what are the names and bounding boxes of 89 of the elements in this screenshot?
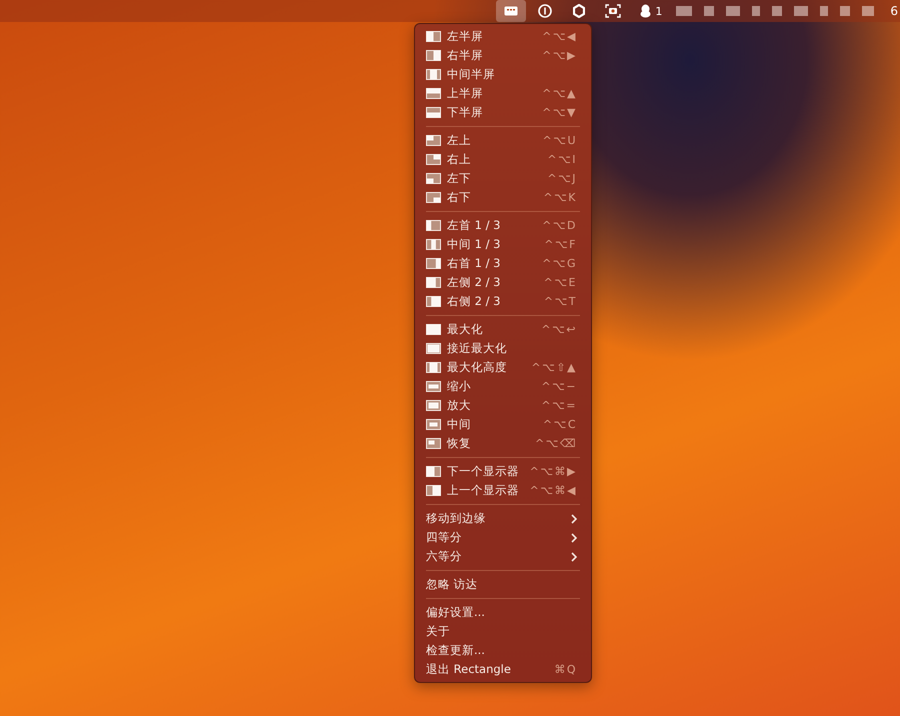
menu-item[interactable]: 左首 1 / 3	[447, 218, 542, 233]
window-layout-icon	[426, 324, 441, 335]
menu-item[interactable]: 右上	[447, 152, 548, 167]
window-layout-icon	[426, 343, 441, 354]
pixelated-icon[interactable]	[772, 6, 782, 16]
window-layout-icon	[426, 31, 441, 42]
window-layout-icon	[426, 88, 441, 99]
menu-item[interactable]: 上半屏	[447, 86, 542, 101]
submenu-item[interactable]: 移动到边缘	[426, 511, 571, 526]
keyboard-shortcut: ^⌥↩	[541, 323, 577, 336]
menu-item[interactable]: 检查更新...	[426, 643, 577, 658]
menu-item[interactable]: 左上	[447, 133, 543, 148]
keyboard-shortcut: ^⌥⌘◀	[530, 484, 577, 497]
window-layout-icon	[426, 154, 441, 165]
window-layout-icon	[426, 50, 441, 61]
keyboard-shortcut: ^⌥−	[541, 380, 577, 393]
penguin-icon[interactable]	[640, 4, 652, 18]
window-layout-icon	[426, 258, 441, 269]
pixelated-icon[interactable]	[840, 6, 850, 16]
menu-item[interactable]: 右半屏	[447, 48, 542, 63]
keyboard-shortcut: ^⌥⌘▶	[530, 465, 577, 478]
menu-item[interactable]: 忽略 访达	[426, 577, 577, 592]
window-layout-icon	[426, 69, 441, 80]
window-layout-icon	[426, 381, 441, 392]
keyboard-shortcut: ^⌥G	[542, 257, 577, 270]
menu-item[interactable]: 恢复	[447, 436, 536, 451]
menu-item[interactable]: 左下	[447, 171, 548, 186]
window-layout-icon	[426, 107, 441, 118]
keyboard-shortcut: ⌘Q	[554, 663, 577, 676]
menu-item[interactable]: 右侧 2 / 3	[447, 294, 544, 309]
window-grid-icon[interactable]	[496, 0, 526, 22]
pixelated-icon[interactable]	[820, 6, 828, 16]
menu-item[interactable]: 左半屏	[447, 29, 542, 44]
menu-item[interactable]: 下半屏	[447, 105, 542, 120]
pixelated-icon[interactable]	[862, 6, 874, 16]
keyboard-shortcut: ^⌥D	[542, 219, 577, 232]
submenu-item[interactable]: 四等分	[426, 530, 571, 545]
keyboard-shortcut: ^⌥I	[547, 153, 577, 166]
window-layout-icon	[426, 220, 441, 231]
keyboard-shortcut: ^⌥◀	[542, 30, 577, 43]
window-layout-icon	[426, 466, 441, 477]
menu-item[interactable]: 缩小	[447, 379, 542, 394]
notification-count: 1	[655, 4, 662, 18]
keyboard-shortcut: ^⌥J	[547, 172, 577, 185]
keyboard-shortcut: ^⌥▶	[542, 49, 577, 62]
pixelated-icon[interactable]	[676, 6, 692, 16]
keyboard-shortcut: ^⌥▲	[542, 87, 577, 100]
window-layout-icon	[426, 485, 441, 496]
window-layout-icon	[426, 277, 441, 288]
menu-item[interactable]: 最大化	[447, 322, 542, 337]
menu-item[interactable]: 左侧 2 / 3	[447, 275, 544, 290]
keyboard-shortcut: ^⌥K	[543, 191, 577, 204]
submenu-item[interactable]: 六等分	[426, 549, 571, 564]
menu-item[interactable]: 关于	[426, 624, 577, 639]
menu-item[interactable]: 接近最大化	[447, 341, 577, 356]
keyboard-shortcut: ^⌥▼	[542, 106, 577, 119]
window-layout-icon	[426, 192, 441, 203]
menu-item[interactable]: 右首 1 / 3	[447, 256, 542, 271]
menu-item[interactable]: 中间半屏	[447, 67, 577, 82]
keyboard-shortcut: ^⌥F	[544, 238, 577, 251]
window-layout-icon	[426, 400, 441, 411]
menu-item[interactable]: 右下	[447, 190, 544, 205]
keyboard-shortcut: ^⌥T	[544, 295, 577, 308]
window-layout-icon	[426, 419, 441, 430]
window-layout-icon	[426, 296, 441, 307]
menu-item[interactable]: 中间 1 / 3	[447, 237, 544, 252]
keyboard-shortcut: ^⌥C	[542, 418, 577, 431]
menu-item[interactable]: 退出 Rectangle	[426, 662, 554, 677]
keyboard-shortcut: ^⌥U	[542, 134, 577, 147]
keyboard-shortcut: ^⌥⇧▲	[531, 361, 577, 374]
window-layout-icon	[426, 173, 441, 184]
menu-item[interactable]: 偏好设置...	[426, 605, 577, 620]
menu-item[interactable]: 放大	[447, 398, 542, 413]
pixelated-icon[interactable]	[726, 6, 740, 16]
pixelated-icon[interactable]	[794, 6, 808, 16]
menu-item[interactable]: 下一个显示器	[447, 464, 530, 479]
keyboard-shortcut: ^⌥⌫	[535, 437, 577, 450]
window-layout-icon	[426, 239, 441, 250]
pixelated-icon[interactable]	[704, 6, 714, 16]
menu-item[interactable]: 最大化高度	[447, 360, 532, 375]
keyboard-shortcut: ^⌥=	[541, 399, 577, 412]
pixelated-icon[interactable]	[752, 6, 760, 16]
keyboard-shortcut: ^⌥E	[544, 276, 577, 289]
window-layout-icon	[426, 438, 441, 449]
window-layout-icon	[426, 362, 441, 373]
menu-item[interactable]: 中间	[447, 417, 543, 432]
window-layout-icon	[426, 135, 441, 146]
menu-item[interactable]: 上一个显示器	[447, 483, 530, 498]
menu-bar-clock[interactable]: 6	[890, 4, 898, 18]
